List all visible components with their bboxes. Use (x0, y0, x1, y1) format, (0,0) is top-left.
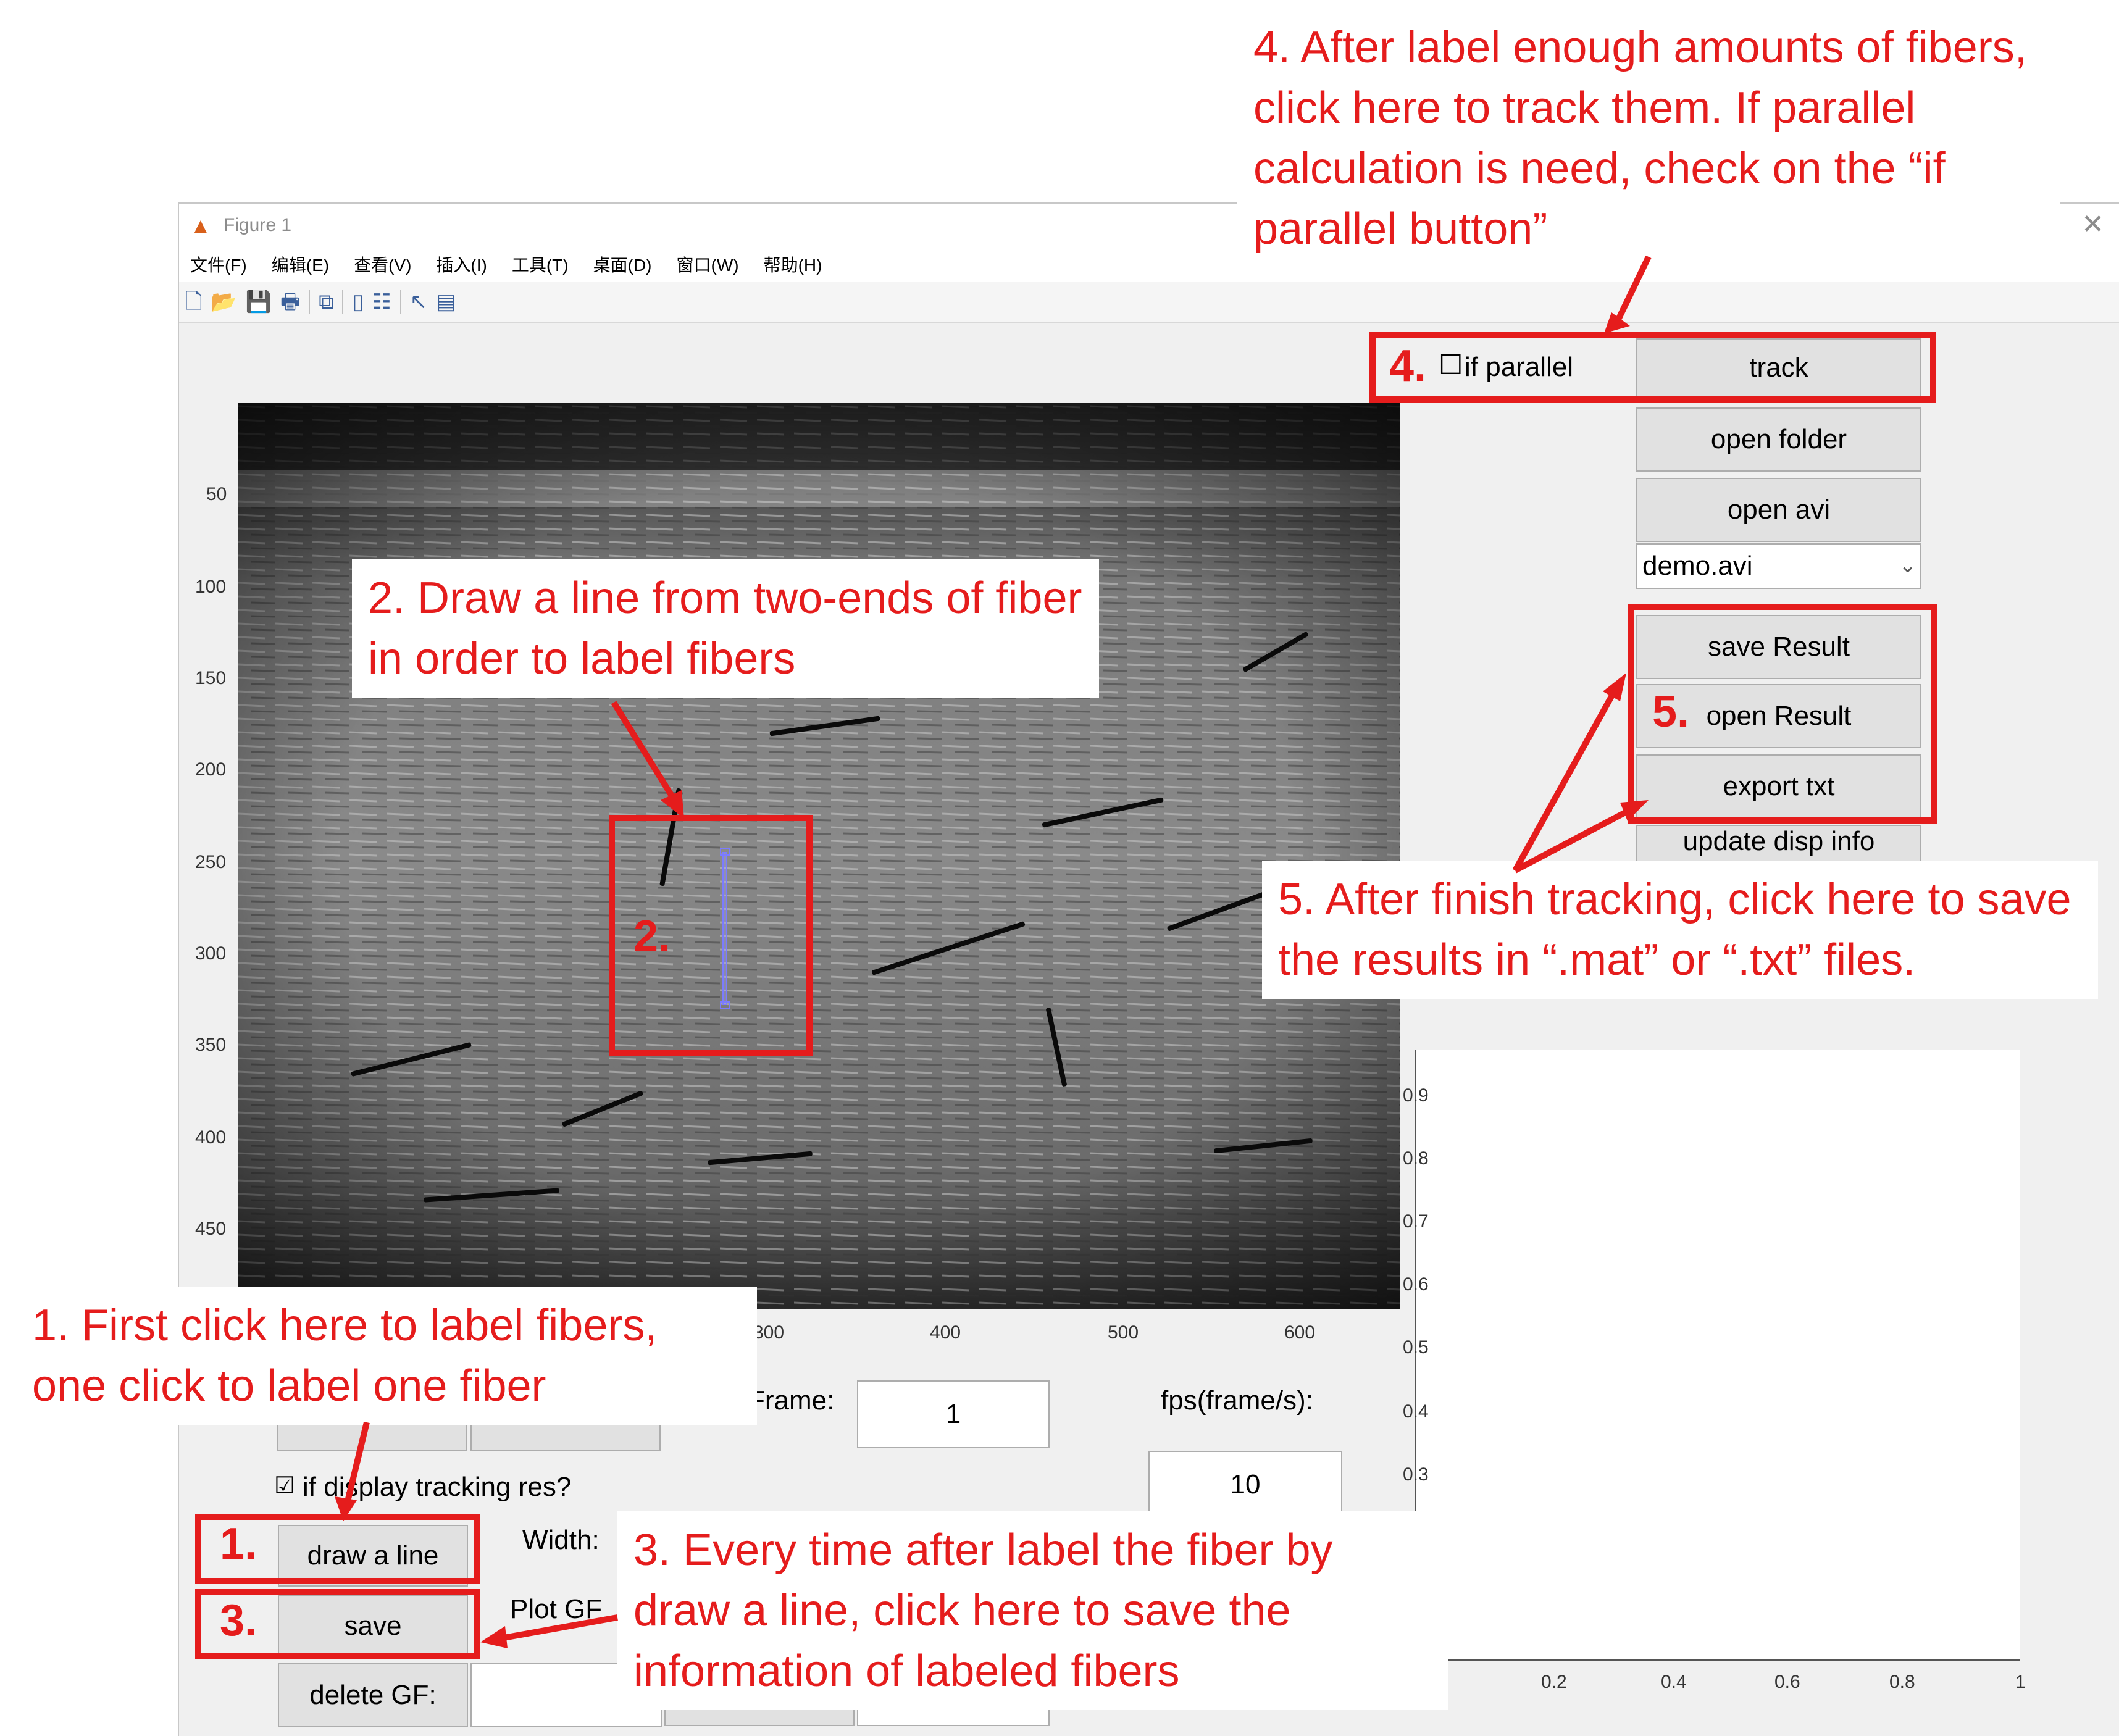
annotation-arrow-4 (1604, 255, 1652, 333)
new-figure-icon[interactable]: 🗋 (185, 290, 202, 314)
delete-gf-button[interactable]: delete GF: (278, 1663, 468, 1727)
close-icon[interactable]: ✕ (2081, 209, 2104, 240)
annotation-step-2: 2. Draw a line from two-ends of fiber in… (352, 559, 1099, 698)
update-disp-info-button[interactable]: update disp info (1636, 825, 1921, 862)
y-tick-label: 50 (206, 484, 227, 504)
x-tick-label: 300 (753, 1322, 785, 1343)
annotation-arrow-3 (480, 1614, 618, 1648)
frame-input[interactable]: 1 (857, 1380, 1050, 1448)
menu-insert[interactable]: 插入(I) (436, 252, 487, 277)
x-tick-label: 0.4 (1661, 1672, 1687, 1692)
menu-view[interactable]: 查看(V) (354, 252, 411, 277)
menu-desktop[interactable]: 桌面(D) (593, 252, 652, 277)
fiber-image-texture (238, 403, 1400, 1309)
annotation-number-4: 4. (1389, 341, 1427, 391)
figure-toolbar: 🗋 📂 💾 🖶 ⧉ ▯ ☷ ↖ ▤ (179, 282, 2119, 323)
y-tick-label: 0.9 (1403, 1085, 1429, 1106)
menu-help[interactable]: 帮助(H) (764, 252, 822, 277)
y-tick-label: 0.7 (1403, 1211, 1429, 1232)
fiber-image[interactable] (238, 403, 1400, 1309)
pointer-icon[interactable]: ↖ (410, 290, 428, 314)
annotation-number-3: 3. (220, 1596, 257, 1645)
y-tick-label: 350 (195, 1035, 227, 1055)
y-tick-label: 150 (195, 668, 227, 688)
y-tick-label: 0.6 (1403, 1274, 1429, 1295)
annotation-arrow-2 (611, 701, 684, 819)
menu-edit[interactable]: 编辑(E) (272, 252, 329, 277)
annotation-box-track (1369, 332, 1936, 403)
x-tick-label: 500 (1108, 1322, 1139, 1343)
menu-tools[interactable]: 工具(T) (512, 252, 569, 277)
toolbar-separator (399, 290, 401, 314)
frame-label: Frame: (748, 1385, 835, 1416)
y-tick-label: 250 (195, 852, 227, 872)
x-tick-label: 0.2 (1541, 1672, 1567, 1692)
annotation-step-5: 5. After finish tracking, click here to … (1262, 861, 2098, 999)
x-tick-label: 0.6 (1774, 1672, 1800, 1692)
save-icon[interactable]: 💾 (246, 290, 272, 314)
annotation-arrow-5 (1512, 673, 1649, 874)
open-folder-button[interactable]: open folder (1636, 407, 1921, 472)
width-label: Width: (522, 1525, 600, 1555)
window-title: Figure 1 (224, 215, 292, 235)
chevron-down-icon: ⌄ (1899, 554, 1917, 577)
link-plot-icon[interactable]: ⧉ (319, 290, 333, 314)
y-tick-label: 0.5 (1403, 1337, 1429, 1358)
matlab-icon: ▲ (190, 214, 211, 238)
toolbar-separator (342, 290, 344, 314)
fps-input[interactable]: 10 (1148, 1451, 1342, 1519)
file-select[interactable]: demo.avi ⌄ (1636, 543, 1921, 589)
if-display-checkbox[interactable]: ☑ (274, 1472, 295, 1500)
y-tick-label: 100 (195, 577, 227, 597)
x-tick-label: 600 (1284, 1322, 1316, 1343)
x-tick-label: 400 (930, 1322, 961, 1343)
annotation-step-4: 4. After label enough amounts of fibers,… (1237, 15, 2060, 262)
annotation-arrow-1 (335, 1421, 370, 1521)
menu-file[interactable]: 文件(F) (190, 252, 247, 277)
y-tick-label: 450 (195, 1219, 227, 1239)
print-icon[interactable]: 🖶 (280, 290, 300, 314)
y-tick-label: 300 (195, 943, 227, 964)
property-editor-icon[interactable]: ▤ (436, 290, 456, 314)
y-tick-label: 0.8 (1403, 1148, 1429, 1169)
y-tick-label: 0.3 (1403, 1464, 1429, 1485)
annotation-number-1: 1. (220, 1519, 257, 1569)
toolbar-separator (309, 290, 311, 314)
legend-icon[interactable]: ☷ (372, 290, 391, 314)
fps-label: fps(frame/s): (1161, 1385, 1313, 1416)
x-tick-label: 0.8 (1889, 1672, 1915, 1692)
file-select-value: demo.avi (1642, 551, 1753, 581)
open-file-icon[interactable]: 📂 (211, 290, 236, 314)
y-tick-label: 200 (195, 759, 227, 780)
menu-window[interactable]: 窗口(W) (677, 252, 739, 277)
y-tick-label: 0.4 (1403, 1401, 1429, 1422)
y-tick-label: 400 (195, 1127, 227, 1148)
x-tick-label: 1 (2015, 1672, 2026, 1692)
annotation-step-3: 3. Every time after label the fiber by d… (617, 1511, 1448, 1710)
open-avi-button[interactable]: open avi (1636, 478, 1921, 542)
colorbar-icon[interactable]: ▯ (352, 290, 364, 314)
annotation-number-2: 2. (633, 912, 671, 961)
annotation-step-1: 1. First click here to label fibers, one… (16, 1287, 757, 1425)
annotation-number-5: 5. (1652, 687, 1690, 737)
secondary-plot-axes (1415, 1050, 2020, 1661)
